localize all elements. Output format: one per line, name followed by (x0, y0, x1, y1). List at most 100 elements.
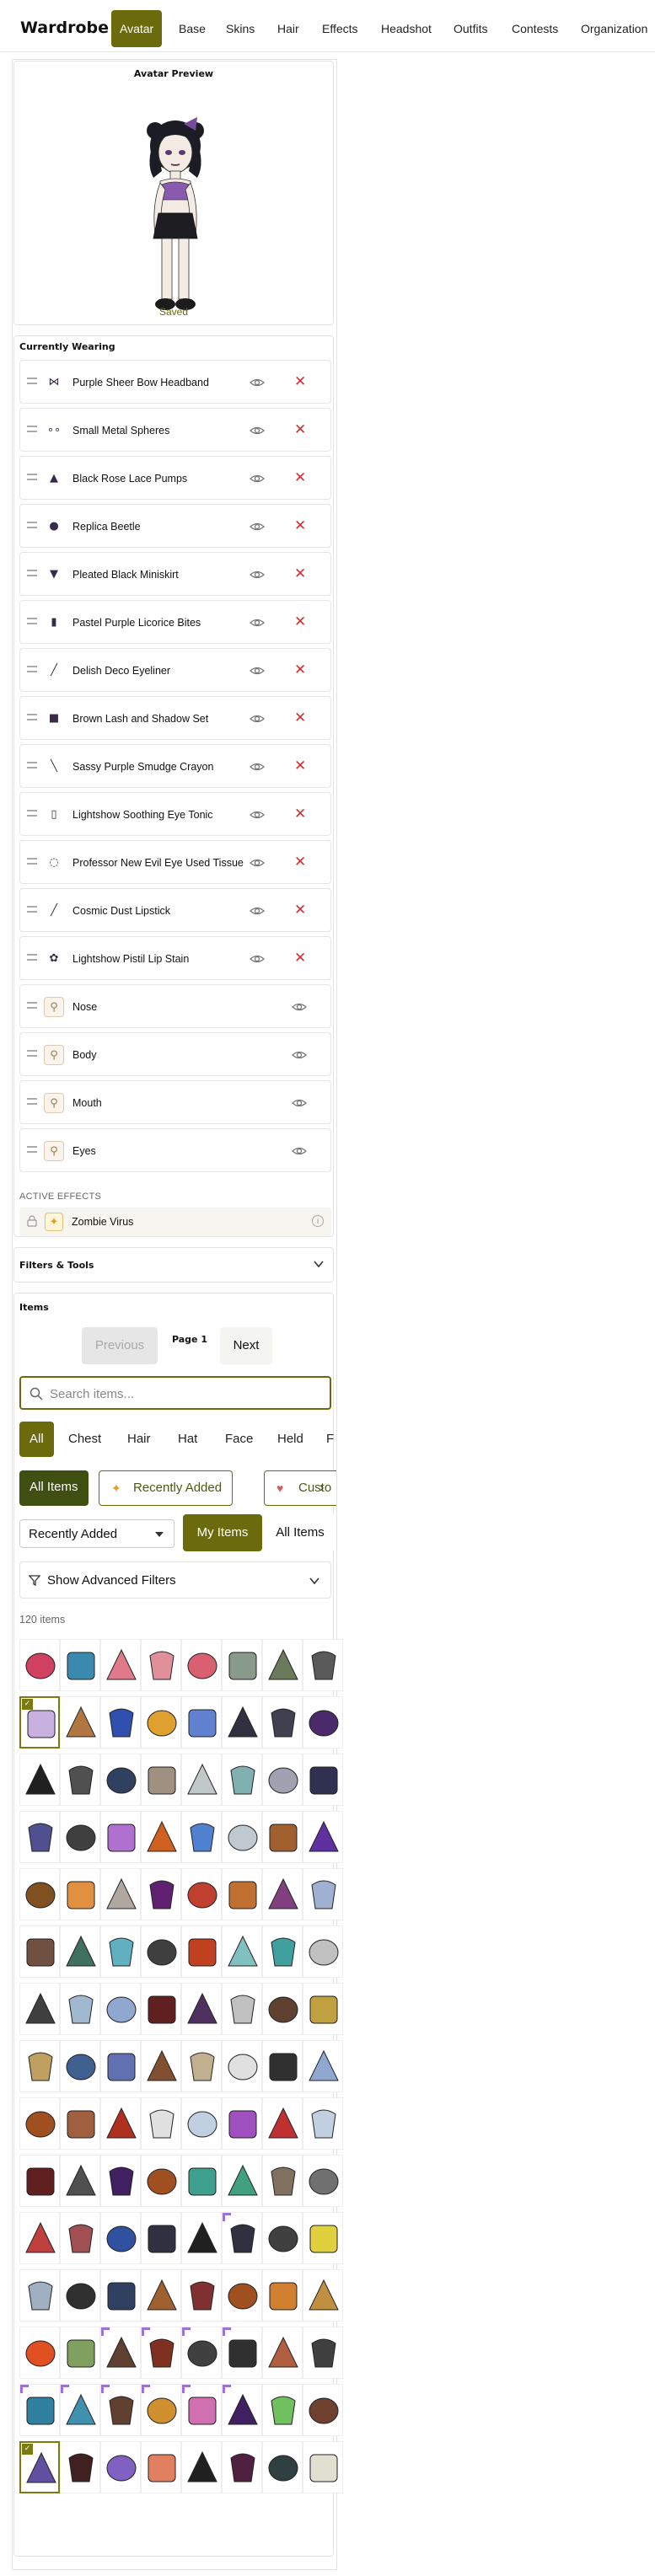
item-tile[interactable] (100, 2097, 141, 2150)
item-tile[interactable] (303, 2441, 343, 2493)
subfilter-recently-added[interactable]: ✦ Recently Added (99, 1470, 234, 1506)
item-tile[interactable] (181, 1983, 222, 2035)
item-tile[interactable] (222, 1868, 262, 1920)
item-tile[interactable] (262, 1696, 303, 1749)
item-tile[interactable] (181, 2040, 222, 2092)
eye-icon[interactable] (250, 615, 265, 630)
item-tile[interactable] (141, 2327, 181, 2379)
item-tile[interactable] (303, 1811, 343, 1863)
drag-handle-icon[interactable] (27, 810, 37, 817)
drag-handle-icon[interactable] (27, 714, 37, 720)
item-tile[interactable] (222, 2327, 262, 2379)
wearing-row[interactable]: ▲ Black Rose Lace Pumps ✕ (19, 456, 331, 500)
item-tile[interactable] (60, 2040, 100, 2092)
item-tile[interactable] (262, 1811, 303, 1863)
item-tile[interactable] (19, 1983, 60, 2035)
remove-icon[interactable]: ✕ (294, 806, 306, 822)
remove-icon[interactable]: ✕ (294, 902, 306, 918)
item-tile[interactable] (60, 2384, 100, 2436)
item-tile[interactable] (222, 1639, 262, 1691)
item-tile[interactable] (19, 2384, 60, 2436)
item-tile[interactable] (19, 2212, 60, 2264)
eye-icon[interactable] (250, 759, 265, 774)
item-tile[interactable] (141, 1925, 181, 1978)
item-tile[interactable] (222, 1811, 262, 1863)
item-tile[interactable] (181, 2212, 222, 2264)
item-tile[interactable] (303, 2384, 343, 2436)
item-tile[interactable] (141, 2212, 181, 2264)
item-tile[interactable] (19, 2269, 60, 2322)
item-tile[interactable] (222, 2269, 262, 2322)
item-tile[interactable] (60, 2327, 100, 2379)
remove-icon[interactable]: ✕ (294, 421, 306, 438)
item-tile[interactable] (303, 1754, 343, 1806)
remove-icon[interactable]: ✕ (294, 613, 306, 630)
remove-icon[interactable]: ✕ (294, 854, 306, 870)
drag-handle-icon[interactable] (27, 378, 37, 384)
wearing-row[interactable]: ▼ Pleated Black Miniskirt ✕ (19, 552, 331, 596)
item-tile[interactable] (181, 2441, 222, 2493)
item-tile[interactable] (222, 2040, 262, 2092)
eye-icon[interactable] (250, 471, 265, 486)
item-tile[interactable] (262, 1925, 303, 1978)
info-icon[interactable]: i (312, 1215, 324, 1227)
item-tile[interactable] (141, 2097, 181, 2150)
item-tile[interactable] (100, 2155, 141, 2207)
category-held[interactable]: Held (277, 1422, 303, 1457)
eye-icon[interactable] (250, 855, 265, 870)
drag-handle-icon[interactable] (27, 666, 37, 672)
all-items-button[interactable]: All Items (266, 1514, 335, 1551)
filters-tools-panel[interactable]: Filters & Tools (13, 1247, 334, 1283)
eye-icon[interactable] (250, 807, 265, 822)
item-tile[interactable] (262, 1754, 303, 1806)
item-tile[interactable] (303, 2040, 343, 2092)
tab-base[interactable]: Base (179, 10, 206, 47)
item-tile[interactable] (262, 1868, 303, 1920)
tab-outfits[interactable]: Outfits (454, 10, 487, 47)
category-hair[interactable]: Hair (127, 1422, 151, 1457)
category-hat[interactable]: Hat (178, 1422, 197, 1457)
eye-icon[interactable] (250, 375, 265, 390)
item-tile[interactable] (60, 1696, 100, 1749)
wearing-row[interactable]: ⋈ Purple Sheer Bow Headband ✕ (19, 360, 331, 404)
drag-handle-icon[interactable] (27, 762, 37, 769)
item-tile[interactable] (100, 1811, 141, 1863)
category-face[interactable]: Face (225, 1422, 253, 1457)
remove-icon[interactable]: ✕ (294, 373, 306, 390)
item-tile[interactable] (60, 2155, 100, 2207)
item-tile[interactable] (100, 2040, 141, 2092)
item-tile[interactable] (141, 2155, 181, 2207)
item-tile[interactable] (303, 2097, 343, 2150)
item-tile[interactable] (262, 2097, 303, 2150)
item-tile[interactable] (222, 2441, 262, 2493)
item-tile[interactable] (60, 1811, 100, 1863)
drag-handle-icon[interactable] (27, 1146, 37, 1153)
item-tile[interactable] (19, 2155, 60, 2207)
item-tile[interactable] (181, 2384, 222, 2436)
wearing-row[interactable]: ▯ Lightshow Soothing Eye Tonic ✕ (19, 792, 331, 836)
item-tile[interactable] (222, 1925, 262, 1978)
item-tile[interactable] (60, 1983, 100, 2035)
drag-handle-icon[interactable] (27, 954, 37, 961)
tab-avatar[interactable]: Avatar (111, 10, 163, 47)
remove-icon[interactable]: ✕ (294, 469, 306, 486)
item-tile[interactable] (262, 2269, 303, 2322)
item-tile[interactable] (141, 1696, 181, 1749)
item-tile[interactable] (19, 1754, 60, 1806)
drag-handle-icon[interactable] (27, 1002, 37, 1009)
item-tile[interactable] (181, 1639, 222, 1691)
wearing-row[interactable]: ✿ Lightshow Pistil Lip Stain ✕ (19, 936, 331, 980)
item-tile[interactable] (60, 1925, 100, 1978)
item-tile[interactable] (222, 1754, 262, 1806)
item-tile[interactable] (141, 1983, 181, 2035)
eye-icon[interactable] (250, 663, 265, 678)
tab-effects[interactable]: Effects (322, 10, 358, 47)
item-tile[interactable] (100, 2212, 141, 2264)
item-tile[interactable] (100, 1754, 141, 1806)
drag-handle-icon[interactable] (27, 858, 37, 865)
drag-handle-icon[interactable] (27, 906, 37, 913)
wearing-row[interactable]: ⚲ Nose (19, 984, 331, 1028)
drag-handle-icon[interactable] (27, 426, 37, 432)
item-tile[interactable] (303, 2327, 343, 2379)
subfilter-all-items[interactable]: All Items (19, 1470, 89, 1506)
